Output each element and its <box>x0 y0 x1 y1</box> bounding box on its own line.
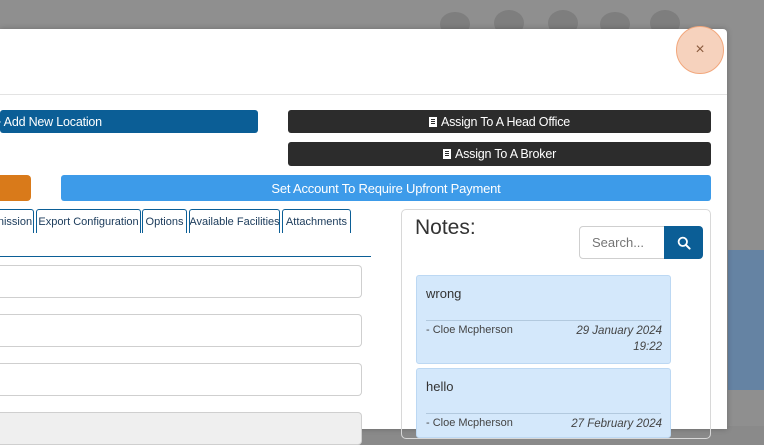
note-divider <box>426 320 661 321</box>
tab-label: Attachments <box>285 215 348 228</box>
tab-label: nission <box>0 215 33 228</box>
tab-export-configuration[interactable]: Export Configuration <box>36 209 141 233</box>
tab-permission[interactable]: nission <box>0 209 34 233</box>
modal-header <box>0 29 727 95</box>
add-new-location-button[interactable]: + Add New Location <box>0 110 258 133</box>
tab-available-facilities[interactable]: Available Facilities <box>189 209 280 233</box>
note-date: 29 January 2024 19:22 <box>576 323 662 355</box>
building-icon <box>442 149 451 159</box>
note-date: 27 February 2024 <box>571 416 662 432</box>
close-icon: × <box>695 41 705 58</box>
tab-label: Export Configuration <box>38 215 139 228</box>
background-panel <box>728 250 764 390</box>
notes-search-input[interactable] <box>579 226 666 259</box>
orange-action-button[interactable] <box>0 175 31 201</box>
note-card: hello - Cloe Mcpherson 27 February 2024 <box>416 368 671 438</box>
tab-label: Available Facilities <box>189 215 280 228</box>
tab-label: Options <box>145 215 184 228</box>
assign-head-office-label: Assign To A Head Office <box>440 114 571 129</box>
disabled-field <box>0 412 362 445</box>
upfront-payment-button[interactable]: Set Account To Require Upfront Payment <box>61 175 711 201</box>
tab-attachments[interactable]: Attachments <box>282 209 351 233</box>
note-author: - Cloe Mcpherson <box>426 417 513 429</box>
building-icon <box>428 116 437 127</box>
assign-head-office-button[interactable]: Assign To A Head Office <box>288 110 711 133</box>
search-icon <box>677 236 691 250</box>
note-date-text: 29 January 2024 <box>576 325 662 337</box>
note-text: hello <box>426 379 454 394</box>
tab-options[interactable]: Options <box>142 209 187 233</box>
notes-search-button[interactable] <box>664 226 703 259</box>
notes-title: Notes: <box>415 216 476 239</box>
note-date-text: 27 February 2024 <box>571 418 662 430</box>
note-time-text: 19:22 <box>633 341 662 353</box>
assign-broker-button[interactable]: Assign To A Broker <box>288 142 711 166</box>
close-button[interactable]: × <box>676 26 724 74</box>
add-new-location-label: + Add New Location <box>0 114 102 129</box>
upfront-payment-label: Set Account To Require Upfront Payment <box>271 180 501 196</box>
text-field[interactable] <box>0 363 362 396</box>
note-card: wrong - Cloe Mcpherson 29 January 2024 1… <box>416 275 671 364</box>
text-field[interactable] <box>0 314 362 347</box>
assign-broker-label: Assign To A Broker <box>454 147 557 161</box>
note-author: - Cloe Mcpherson <box>426 324 513 336</box>
tab-divider <box>0 256 371 257</box>
note-divider <box>426 413 661 414</box>
text-field[interactable] <box>0 265 362 298</box>
note-text: wrong <box>426 286 462 301</box>
